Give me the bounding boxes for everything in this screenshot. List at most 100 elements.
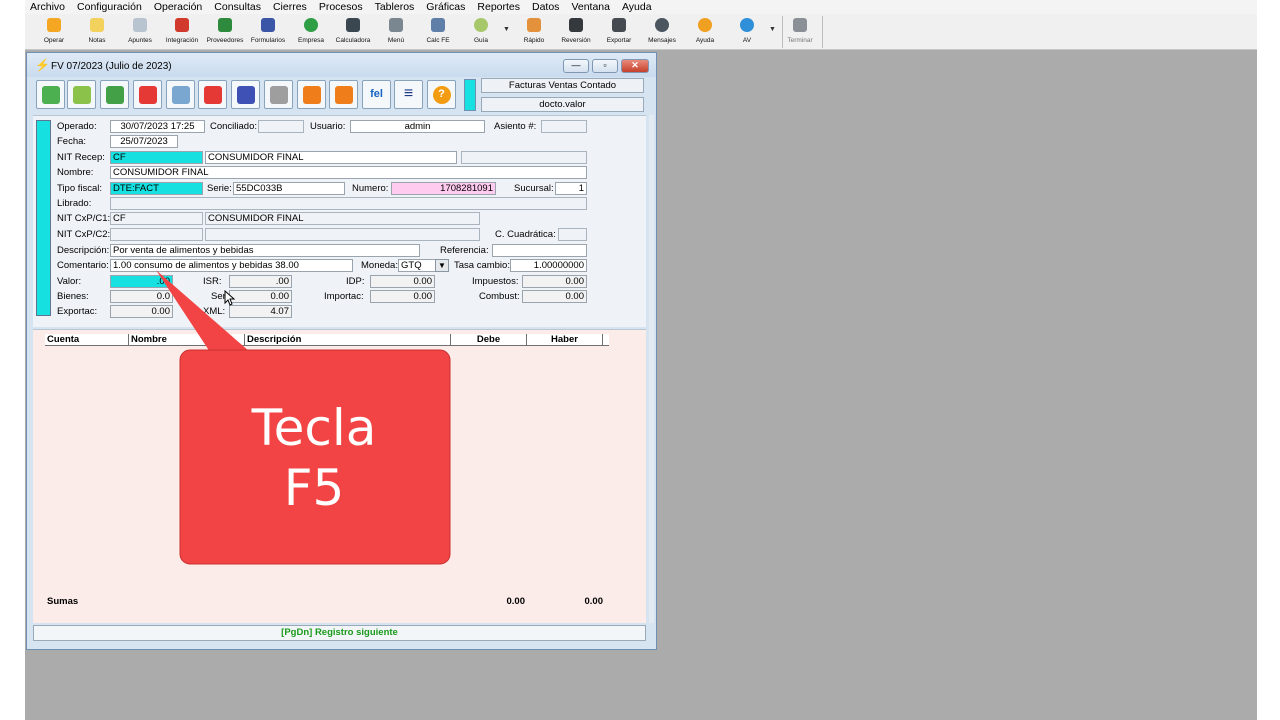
numero-label: Numero: bbox=[352, 183, 389, 194]
nombre-field[interactable]: CONSUMIDOR FINAL bbox=[110, 166, 587, 179]
column-cuenta[interactable]: Cuenta bbox=[45, 334, 129, 346]
toolbar-button-empresa[interactable]: Empresa bbox=[289, 18, 333, 48]
integration-icon bbox=[175, 18, 189, 32]
valor-label: Valor: bbox=[57, 276, 82, 287]
list-icon: ≡ bbox=[403, 85, 414, 102]
referencia-field[interactable] bbox=[492, 244, 587, 257]
new-document-button[interactable] bbox=[100, 80, 129, 109]
nit-cxp1-field[interactable]: CF bbox=[110, 212, 203, 225]
recycle-bin-button[interactable] bbox=[166, 80, 195, 109]
librado-field[interactable] bbox=[110, 197, 587, 210]
combust-field[interactable]: 0.00 bbox=[522, 290, 587, 303]
clipboard-button[interactable] bbox=[264, 80, 293, 109]
fel-button[interactable]: fel bbox=[362, 80, 391, 109]
main-toolbar: Operar Notas Apuntes Integración Proveed… bbox=[25, 14, 1257, 50]
toolbar-button-reversion[interactable]: Reversión bbox=[554, 18, 598, 48]
toolbar-button-rapido[interactable]: Rápido bbox=[512, 18, 556, 48]
descripcion-field[interactable]: Por venta de alimentos y bebidas bbox=[110, 244, 420, 257]
menu-procesos[interactable]: Procesos bbox=[319, 1, 363, 13]
operado-field[interactable]: 30/07/2023 17:25 bbox=[110, 120, 205, 133]
menu-reportes[interactable]: Reportes bbox=[477, 1, 520, 13]
column-debe[interactable]: Debe bbox=[451, 334, 527, 346]
conciliado-field[interactable] bbox=[258, 120, 304, 133]
edit-button[interactable] bbox=[133, 80, 162, 109]
menu-cierres[interactable]: Cierres bbox=[273, 1, 307, 13]
toolbar-button-av[interactable]: AV bbox=[725, 18, 769, 48]
toolbar-button-mensajes[interactable]: Mensajes bbox=[640, 18, 684, 48]
librado-label: Librado: bbox=[57, 198, 92, 209]
menu-consultas[interactable]: Consultas bbox=[214, 1, 261, 13]
import-button[interactable] bbox=[36, 80, 65, 109]
menu-graficas[interactable]: Gráficas bbox=[426, 1, 465, 13]
c-cuadratica-field[interactable] bbox=[558, 228, 587, 241]
print-button[interactable] bbox=[297, 80, 326, 109]
close-button[interactable]: ✕ bbox=[621, 59, 649, 73]
window-title: FV 07/2023 (Julio de 2023) bbox=[51, 61, 172, 72]
tasa-cambio-label: Tasa cambio: bbox=[454, 260, 510, 271]
toolbar-button-exportar[interactable]: Exportar bbox=[597, 18, 641, 48]
restore-button[interactable]: ▫ bbox=[592, 59, 618, 73]
exportac-label: Exportac: bbox=[57, 306, 98, 317]
nit-recep-name-field[interactable]: CONSUMIDOR FINAL bbox=[205, 151, 457, 164]
window-scroll-track[interactable] bbox=[649, 115, 654, 623]
menu-ayuda[interactable]: Ayuda bbox=[622, 1, 652, 13]
toolbar-button-integracion[interactable]: Integración bbox=[160, 18, 204, 48]
av-dropdown-arrow[interactable]: ▼ bbox=[769, 26, 776, 33]
toolbar-button-menu[interactable]: Menú bbox=[374, 18, 418, 48]
impuestos-field[interactable]: 0.00 bbox=[522, 275, 587, 288]
list-button[interactable]: ≡ bbox=[394, 80, 423, 109]
menu-tableros[interactable]: Tableros bbox=[375, 1, 415, 13]
toolbar-button-notas[interactable]: Notas bbox=[75, 18, 119, 48]
menu-configuracion[interactable]: Configuración bbox=[77, 1, 142, 13]
toolbar-button-apuntes[interactable]: Apuntes bbox=[118, 18, 162, 48]
sumas-haber-value: 0.00 bbox=[584, 596, 604, 607]
nit-recep-extra-field[interactable] bbox=[461, 151, 587, 164]
usuario-field[interactable]: admin bbox=[350, 120, 485, 133]
grid-delete-button[interactable] bbox=[231, 80, 260, 109]
recycle-bin-icon bbox=[172, 86, 190, 104]
nit-cxp2-field[interactable] bbox=[110, 228, 203, 241]
print-alt-button[interactable] bbox=[329, 80, 358, 109]
window-titlebar[interactable]: ⚡ FV 07/2023 (Julio de 2023) — ▫ ✕ bbox=[27, 53, 656, 77]
av-icon bbox=[740, 18, 754, 32]
menu-datos[interactable]: Datos bbox=[532, 1, 559, 13]
tasa-cambio-field[interactable]: 1.00000000 bbox=[510, 259, 587, 272]
c-cuadratica-label: C. Cuadrática: bbox=[495, 229, 556, 240]
asiento-field[interactable] bbox=[541, 120, 587, 133]
supplier-icon bbox=[218, 18, 232, 32]
callout-line1: Tecla bbox=[251, 399, 377, 457]
toolbar-button-guia[interactable]: Guía bbox=[459, 18, 503, 48]
clipboard-icon bbox=[270, 86, 288, 104]
numero-field[interactable]: 1708281091 bbox=[391, 182, 496, 195]
menu-ventana[interactable]: Ventana bbox=[571, 1, 610, 13]
toolbar-button-terminar[interactable]: Terminar bbox=[778, 18, 822, 48]
nit-cxp1-name-field[interactable]: CONSUMIDOR FINAL bbox=[205, 212, 480, 225]
serie-field[interactable]: 55DC033B bbox=[233, 182, 345, 195]
menu-operacion[interactable]: Operación bbox=[154, 1, 202, 13]
toolbar-button-ayuda[interactable]: Ayuda bbox=[683, 18, 727, 48]
referencia-label: Referencia: bbox=[440, 245, 489, 256]
toolbar-button-proveedores[interactable]: Proveedores bbox=[203, 18, 247, 48]
tipo-fiscal-field[interactable]: DTE:FACT bbox=[110, 182, 203, 195]
form-grid-icon bbox=[261, 18, 275, 32]
fecha-field[interactable]: 25/07/2023 bbox=[110, 135, 178, 148]
toolbar-button-calc-fe[interactable]: Calc FE bbox=[416, 18, 460, 48]
page-margin-right bbox=[1257, 0, 1280, 720]
cancel-document-button[interactable] bbox=[198, 80, 227, 109]
export-button[interactable] bbox=[67, 80, 96, 109]
toolbar-button-formularios[interactable]: Formularios bbox=[246, 18, 290, 48]
column-haber[interactable]: Haber bbox=[527, 334, 603, 346]
printer-alt-icon bbox=[335, 86, 353, 104]
guia-dropdown-arrow[interactable]: ▼ bbox=[503, 26, 510, 33]
help-button[interactable]: ? bbox=[427, 80, 456, 109]
toolbar-button-operar[interactable]: Operar bbox=[32, 18, 76, 48]
lightning-icon: ⚡ bbox=[35, 58, 50, 72]
toolbar-button-calculadora[interactable]: Calculadora bbox=[331, 18, 375, 48]
minimize-button[interactable]: — bbox=[563, 59, 589, 73]
fecha-label: Fecha: bbox=[57, 136, 87, 147]
nombre-label: Nombre: bbox=[57, 167, 94, 178]
nit-recep-field[interactable]: CF bbox=[110, 151, 203, 164]
sucursal-field[interactable]: 1 bbox=[555, 182, 587, 195]
nit-cxp2-name-field[interactable] bbox=[205, 228, 480, 241]
menu-archivo[interactable]: Archivo bbox=[30, 1, 65, 13]
